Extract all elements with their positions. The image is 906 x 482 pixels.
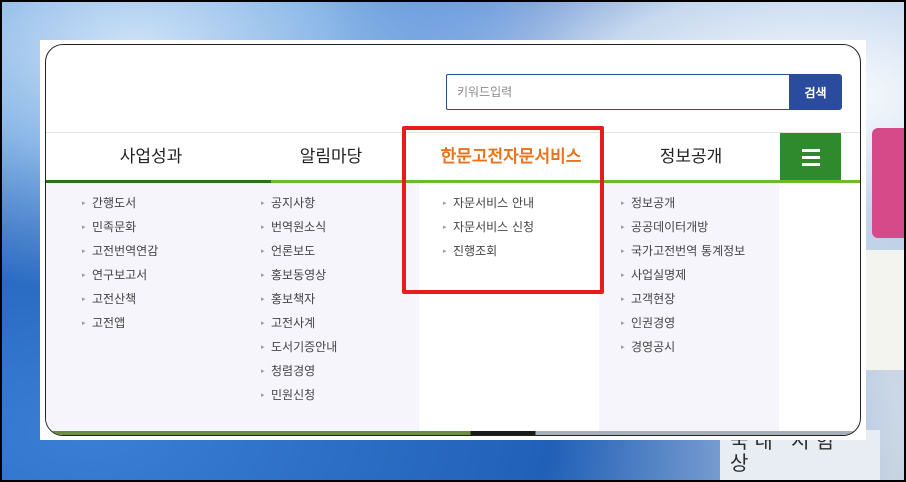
nav-item-info-disclosure[interactable]: 정보공개 [616, 133, 766, 181]
submenu-item[interactable]: ▸ 청렴경영 [261, 359, 419, 383]
submenu-item[interactable]: ▸ 도서기증안내 [261, 335, 419, 359]
bullet-icon: ▸ [261, 246, 265, 255]
submenu-item[interactable]: ▸ 정보공개 [621, 191, 779, 215]
submenu-item[interactable]: ▸ 인권경영 [621, 311, 779, 335]
submenu-item[interactable]: ▸ 고객현장 [621, 287, 779, 311]
bullet-icon: ▸ [621, 270, 625, 279]
bullet-icon: ▸ [261, 222, 265, 231]
bullet-icon: ▸ [82, 246, 86, 255]
bullet-icon: ▸ [82, 222, 86, 231]
submenu-item[interactable]: ▸ 공지사항 [261, 191, 419, 215]
menu-button[interactable] [780, 133, 841, 181]
submenu-notice: ▸ 공지사항 ▸ 번역원소식 ▸ 언론보도 ▸ 홍보동영상 ▸ 홍보책자 ▸ 고전사계 ▸ 도… [241, 183, 419, 435]
search-button[interactable]: 검색 [789, 74, 842, 110]
hamburger-icon [802, 156, 820, 159]
search-bar: 검색 [446, 74, 842, 110]
bullet-icon: ▸ [621, 318, 625, 327]
submenu-item[interactable]: ▸ 고전앱 [82, 311, 241, 335]
submenu-item[interactable]: ▸ 민원신청 [261, 383, 419, 407]
submenu-business: ▸ 간행도서 ▸ 민족문화 ▸ 고전번역연감 ▸ 연구보고서 ▸ 고전산책 ▸ 고전앱 [46, 183, 241, 435]
background-decoration [872, 128, 906, 238]
hamburger-icon [802, 149, 820, 152]
nav-item-business-results[interactable]: 사업성과 [76, 133, 226, 181]
submenu-item[interactable]: ▸ 홍보동영상 [261, 263, 419, 287]
bullet-icon: ▸ [261, 366, 265, 375]
bullet-icon: ▸ [82, 318, 86, 327]
bullet-icon: ▸ [261, 342, 265, 351]
bullet-icon: ▸ [621, 342, 625, 351]
bullet-icon: ▸ [82, 270, 86, 279]
search-input[interactable] [446, 74, 789, 110]
nav-item-notice-board[interactable]: 알림마당 [256, 133, 406, 181]
submenu-item[interactable]: ▸ 공공데이터개방 [621, 215, 779, 239]
background-decoration [862, 250, 906, 370]
hamburger-icon [802, 163, 820, 166]
bullet-icon: ▸ [261, 294, 265, 303]
submenu-item[interactable]: ▸ 고전사계 [261, 311, 419, 335]
submenu-item[interactable]: ▸ 고전번역연감 [82, 239, 241, 263]
submenu-item[interactable]: ▸ 연구보고서 [82, 263, 241, 287]
submenu-item[interactable]: ▸ 번역원소식 [261, 215, 419, 239]
bullet-icon: ▸ [82, 294, 86, 303]
submenu-disclosure: ▸ 정보공개 ▸ 공공데이터개방 ▸ 국가고전번역 통계정보 ▸ 사업실명제 ▸ 고객현장… [599, 183, 779, 435]
submenu-item[interactable]: ▸ 간행도서 [82, 191, 241, 215]
bullet-icon: ▸ [261, 198, 265, 207]
submenu-item[interactable]: ▸ 고전산책 [82, 287, 241, 311]
submenu-item[interactable]: ▸ 홍보책자 [261, 287, 419, 311]
highlight-box [402, 126, 604, 294]
bullet-icon: ▸ [261, 318, 265, 327]
submenu-item[interactable]: ▸ 언론보도 [261, 239, 419, 263]
bullet-icon: ▸ [621, 198, 625, 207]
bullet-icon: ▸ [621, 222, 625, 231]
bullet-icon: ▸ [621, 294, 625, 303]
submenu-item[interactable]: ▸ 사업실명제 [621, 263, 779, 287]
bullet-icon: ▸ [621, 246, 625, 255]
submenu-item[interactable]: ▸ 민족문화 [82, 215, 241, 239]
bullet-icon: ▸ [261, 390, 265, 399]
submenu-item[interactable]: ▸ 국가고전번역 통계정보 [621, 239, 779, 263]
background-peek [46, 431, 860, 435]
bullet-icon: ▸ [82, 198, 86, 207]
submenu-item[interactable]: ▸ 경영공시 [621, 335, 779, 359]
bullet-icon: ▸ [261, 270, 265, 279]
